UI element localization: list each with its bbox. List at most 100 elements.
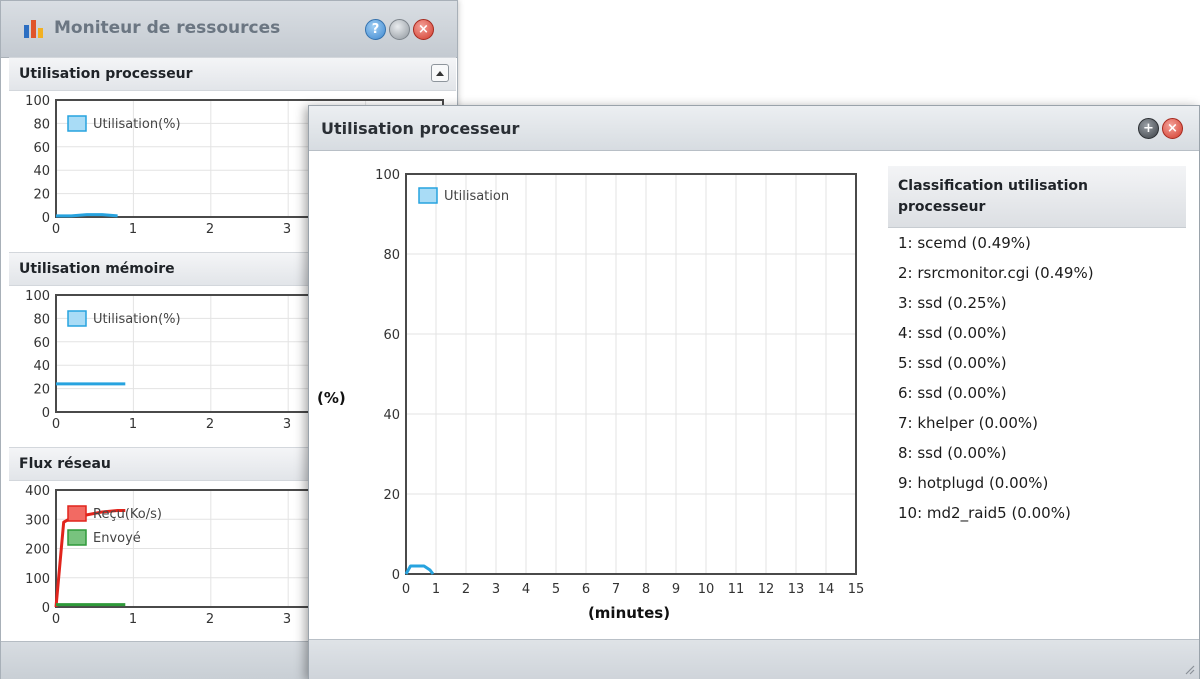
legend-swatch	[67, 115, 87, 132]
x-axis-label: (minutes)	[588, 604, 670, 622]
cpu-ranking-list: 1: scemd (0.49%) 2: rsrcmonitor.cgi (0.49…	[888, 228, 1186, 528]
y-tick-label: 100	[375, 168, 400, 183]
series-line	[404, 564, 435, 575]
close-button[interactable]: ×	[1162, 118, 1183, 139]
x-tick-label: 9	[672, 582, 680, 597]
plus-icon: +	[1143, 121, 1154, 136]
y-tick-label: 60	[33, 141, 50, 156]
plot-frame	[405, 173, 857, 575]
x-tick-label: 3	[283, 222, 291, 237]
ranking-item: 5: ssd (0.00%)	[898, 354, 1007, 372]
series-line	[54, 508, 126, 608]
x-tick-label: 0	[52, 222, 60, 237]
y-tick-label: 40	[383, 408, 400, 423]
ranking-item: 10: md2_raid5 (0.00%)	[898, 504, 1071, 522]
cpu-ranking-header: Classification utilisation processeur	[888, 166, 1186, 228]
y-tick-label: 60	[383, 328, 400, 343]
y-tick-label: 300	[25, 513, 50, 528]
x-tick-label: 0	[402, 582, 410, 597]
cpu-section-header: Utilisation processeur	[9, 57, 456, 91]
x-tick-label: 1	[129, 222, 137, 237]
y-tick-label: 40	[33, 359, 50, 374]
y-tick-label: 100	[25, 94, 50, 109]
y-tick-label: 80	[383, 248, 400, 263]
y-tick-label: 100	[25, 572, 50, 587]
legend-label: Utilisation	[444, 189, 509, 204]
question-icon: ?	[371, 22, 380, 37]
y-tick-label: 40	[33, 164, 50, 179]
series-line	[56, 213, 118, 218]
ranking-item: 7: khelper (0.00%)	[898, 414, 1038, 432]
legend-label: Utilisation(%)	[93, 117, 181, 132]
x-tick-label: 2	[206, 612, 214, 627]
window-title: Utilisation processeur	[321, 119, 520, 138]
y-tick-label: 20	[33, 383, 50, 398]
y-tick-label: 0	[42, 406, 50, 421]
x-tick-label: 1	[432, 582, 440, 597]
x-tick-label: 13	[788, 582, 805, 597]
resize-grip-icon[interactable]	[1183, 663, 1195, 675]
y-tick-label: 20	[383, 488, 400, 503]
legend-swatch	[67, 529, 87, 546]
y-tick-label: 400	[25, 484, 50, 499]
x-tick-label: 3	[283, 612, 291, 627]
legend-label: Reçu(Ko/s)	[93, 507, 162, 522]
y-tick-label: 20	[33, 188, 50, 203]
x-tick-label: 3	[283, 417, 291, 432]
expand-button[interactable]: +	[1138, 118, 1159, 139]
y-tick-label: 60	[33, 336, 50, 351]
legend-swatch	[67, 310, 87, 327]
ranking-item: 4: ssd (0.00%)	[898, 324, 1007, 342]
cpu-ranking-panel: Classification utilisation processeur 1:…	[888, 166, 1186, 528]
help-button[interactable]: ?	[365, 19, 386, 40]
y-tick-label: 200	[25, 543, 50, 558]
legend-swatch	[418, 187, 438, 204]
cpu-detail-titlebar[interactable]: Utilisation processeur + ×	[309, 106, 1199, 151]
x-tick-label: 5	[552, 582, 560, 597]
cpu-detail-window: Utilisation processeur + × 100 80 60 40 20 0 0…	[308, 105, 1200, 679]
x-tick-label: 1	[129, 417, 137, 432]
ranking-item: 8: ssd (0.00%)	[898, 444, 1007, 462]
x-tick-label: 0	[52, 417, 60, 432]
x-tick-label: 10	[698, 582, 715, 597]
x-tick-label: 14	[818, 582, 835, 597]
x-tick-label: 4	[522, 582, 530, 597]
chevron-up-icon	[436, 71, 444, 76]
cpu-ranking-title-line1: Classification utilisation	[898, 178, 1088, 194]
x-tick-label: 2	[206, 417, 214, 432]
x-tick-label: 6	[582, 582, 590, 597]
close-icon: ×	[418, 22, 429, 37]
cpu-ranking-title-line2: processeur	[898, 199, 986, 215]
y-tick-label: 0	[392, 568, 400, 583]
y-axis-label: (%)	[317, 389, 346, 407]
resource-monitor-titlebar[interactable]: Moniteur de ressources ? ×	[1, 1, 457, 58]
legend-label: Envoyé	[93, 531, 141, 546]
close-icon: ×	[1167, 121, 1178, 136]
collapse-button[interactable]	[431, 64, 449, 82]
network-section-title: Flux réseau	[19, 456, 111, 472]
y-tick-label: 80	[33, 117, 50, 132]
minimize-button[interactable]	[389, 19, 410, 40]
ranking-item: 6: ssd (0.00%)	[898, 384, 1007, 402]
x-tick-label: 2	[206, 222, 214, 237]
x-tick-label: 15	[848, 582, 865, 597]
x-tick-label: 1	[129, 612, 137, 627]
x-tick-label: 8	[642, 582, 650, 597]
x-tick-label: 0	[52, 612, 60, 627]
y-tick-label: 0	[42, 601, 50, 616]
window-title: Moniteur de ressources	[54, 18, 281, 38]
cpu-usage-chart: 1008060402000 1 2 3 4 5 6 7 8 9 10 11 12 13 14 15Utilis…	[317, 168, 865, 622]
y-tick-label: 0	[42, 211, 50, 226]
close-button[interactable]: ×	[413, 19, 434, 40]
y-tick-label: 100	[25, 289, 50, 304]
x-tick-label: 11	[728, 582, 745, 597]
x-tick-label: 7	[612, 582, 620, 597]
legend-swatch	[67, 505, 87, 522]
memory-section-title: Utilisation mémoire	[19, 261, 175, 277]
bar-chart-app-icon	[24, 20, 43, 38]
x-tick-label: 12	[758, 582, 775, 597]
x-tick-label: 3	[492, 582, 500, 597]
ranking-item: 2: rsrcmonitor.cgi (0.49%)	[898, 264, 1094, 282]
ranking-item: 9: hotplugd (0.00%)	[898, 474, 1049, 492]
cpu-detail-footer	[309, 639, 1199, 679]
